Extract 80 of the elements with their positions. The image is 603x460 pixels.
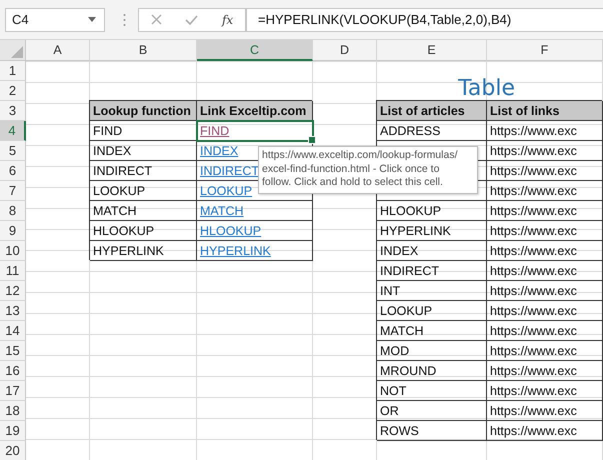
hyperlink[interactable]: HYPERLINK <box>197 241 313 261</box>
row-header[interactable]: 15 <box>0 341 26 361</box>
table-cell: https://www.exc <box>487 361 603 381</box>
row-header[interactable]: 7 <box>0 181 26 201</box>
table-cell: MATCH <box>377 321 487 341</box>
table-cell: https://www.exc <box>487 381 603 401</box>
table-cell: https://www.exc <box>487 201 603 221</box>
row-header[interactable]: 9 <box>0 221 26 241</box>
table-cell: HLOOKUP <box>90 221 197 241</box>
table-cell: MROUND <box>377 361 487 381</box>
table-cell: NOT <box>377 381 487 401</box>
table-cell: https://www.exc <box>487 261 603 281</box>
row-header[interactable]: 14 <box>0 321 26 341</box>
column-header-cell: List of articles <box>377 101 487 121</box>
row-header[interactable]: 6 <box>0 161 26 181</box>
row-header[interactable]: 5 <box>0 141 26 161</box>
table-cell: LOOKUP <box>377 301 487 321</box>
table-cell: INT <box>377 281 487 301</box>
table-cell: https://www.exc <box>487 421 603 441</box>
column-header-cell: List of links <box>487 101 603 121</box>
column-header[interactable]: D <box>313 40 377 61</box>
column-header-cell: Link Exceltip.com <box>197 101 313 121</box>
row-header[interactable]: 19 <box>0 421 26 441</box>
grip-icon <box>123 12 126 26</box>
table-cell: https://www.exc <box>487 321 603 341</box>
table-cell: MOD <box>377 341 487 361</box>
table-cell: https://www.exc <box>487 281 603 301</box>
column-header[interactable]: B <box>90 40 197 61</box>
check-icon[interactable] <box>185 14 198 24</box>
row-header[interactable]: 11 <box>0 261 26 281</box>
row-header[interactable]: 18 <box>0 401 26 421</box>
cancel-icon[interactable] <box>150 14 162 25</box>
table-cell: https://www.exc <box>487 401 603 421</box>
table-cell: https://www.exc <box>487 341 603 361</box>
table-cell: https://www.exc <box>487 241 603 261</box>
table-cell: HYPERLINK <box>377 221 487 241</box>
table-cell: INDEX <box>90 141 197 161</box>
table-cell: https://www.exc <box>487 141 603 161</box>
row-header[interactable]: 13 <box>0 301 26 321</box>
row-header[interactable]: 2 <box>0 81 26 101</box>
table-cell: ADDRESS <box>377 121 487 141</box>
row-header[interactable]: 20 <box>0 441 26 460</box>
table-cell: MATCH <box>90 201 197 221</box>
table-cell: OR <box>377 401 487 421</box>
row-header[interactable]: 12 <box>0 281 26 301</box>
insert-function-button[interactable]: fx <box>222 12 234 26</box>
table-cell: FIND <box>90 121 197 141</box>
table-cell: INDIRECT <box>377 261 487 281</box>
formula-field[interactable]: =HYPERLINK(VLOOKUP(B4,Table,2,0),B4) <box>246 8 603 32</box>
select-all-icon[interactable] <box>11 46 23 58</box>
table-cell: HLOOKUP <box>377 201 487 221</box>
row-header[interactable]: 8 <box>0 201 26 221</box>
name-box[interactable]: C4 <box>5 8 105 32</box>
tooltip: https://www.exceltip.com/lookup-formulas/ excel-find-function.html - Click once to follow. Click and hold to select this cell. <box>258 146 478 194</box>
row-header[interactable]: 3 <box>0 101 26 121</box>
row-header[interactable]: 16 <box>0 361 26 381</box>
table-title: Table <box>458 77 515 101</box>
table-cell: INDIRECT <box>90 161 197 181</box>
row-header[interactable]: 4 <box>0 121 26 141</box>
column-header[interactable]: E <box>377 40 487 61</box>
hyperlink[interactable]: HLOOKUP <box>197 221 313 241</box>
hyperlink[interactable]: MATCH <box>197 201 313 221</box>
row-header[interactable]: 1 <box>0 61 26 81</box>
table-cell: LOOKUP <box>90 181 197 201</box>
row-header[interactable]: 17 <box>0 381 26 401</box>
table-cell: https://www.exc <box>487 301 603 321</box>
table-cell: https://www.exc <box>487 161 603 181</box>
column-header[interactable]: F <box>487 40 603 61</box>
hyperlink[interactable]: FIND <box>197 121 313 141</box>
table-cell: ROWS <box>377 421 487 441</box>
row-header[interactable]: 10 <box>0 241 26 261</box>
table-cell: HYPERLINK <box>90 241 197 261</box>
column-header-cell: Lookup function <box>90 101 197 121</box>
table-cell: https://www.exc <box>487 221 603 241</box>
column-header[interactable]: C <box>197 40 313 61</box>
table-cell: https://www.exc <box>487 181 603 201</box>
table-cell: INDEX <box>377 241 487 261</box>
caret-icon <box>88 17 96 22</box>
table-cell: https://www.exc <box>487 121 603 141</box>
column-header[interactable]: A <box>26 40 90 61</box>
